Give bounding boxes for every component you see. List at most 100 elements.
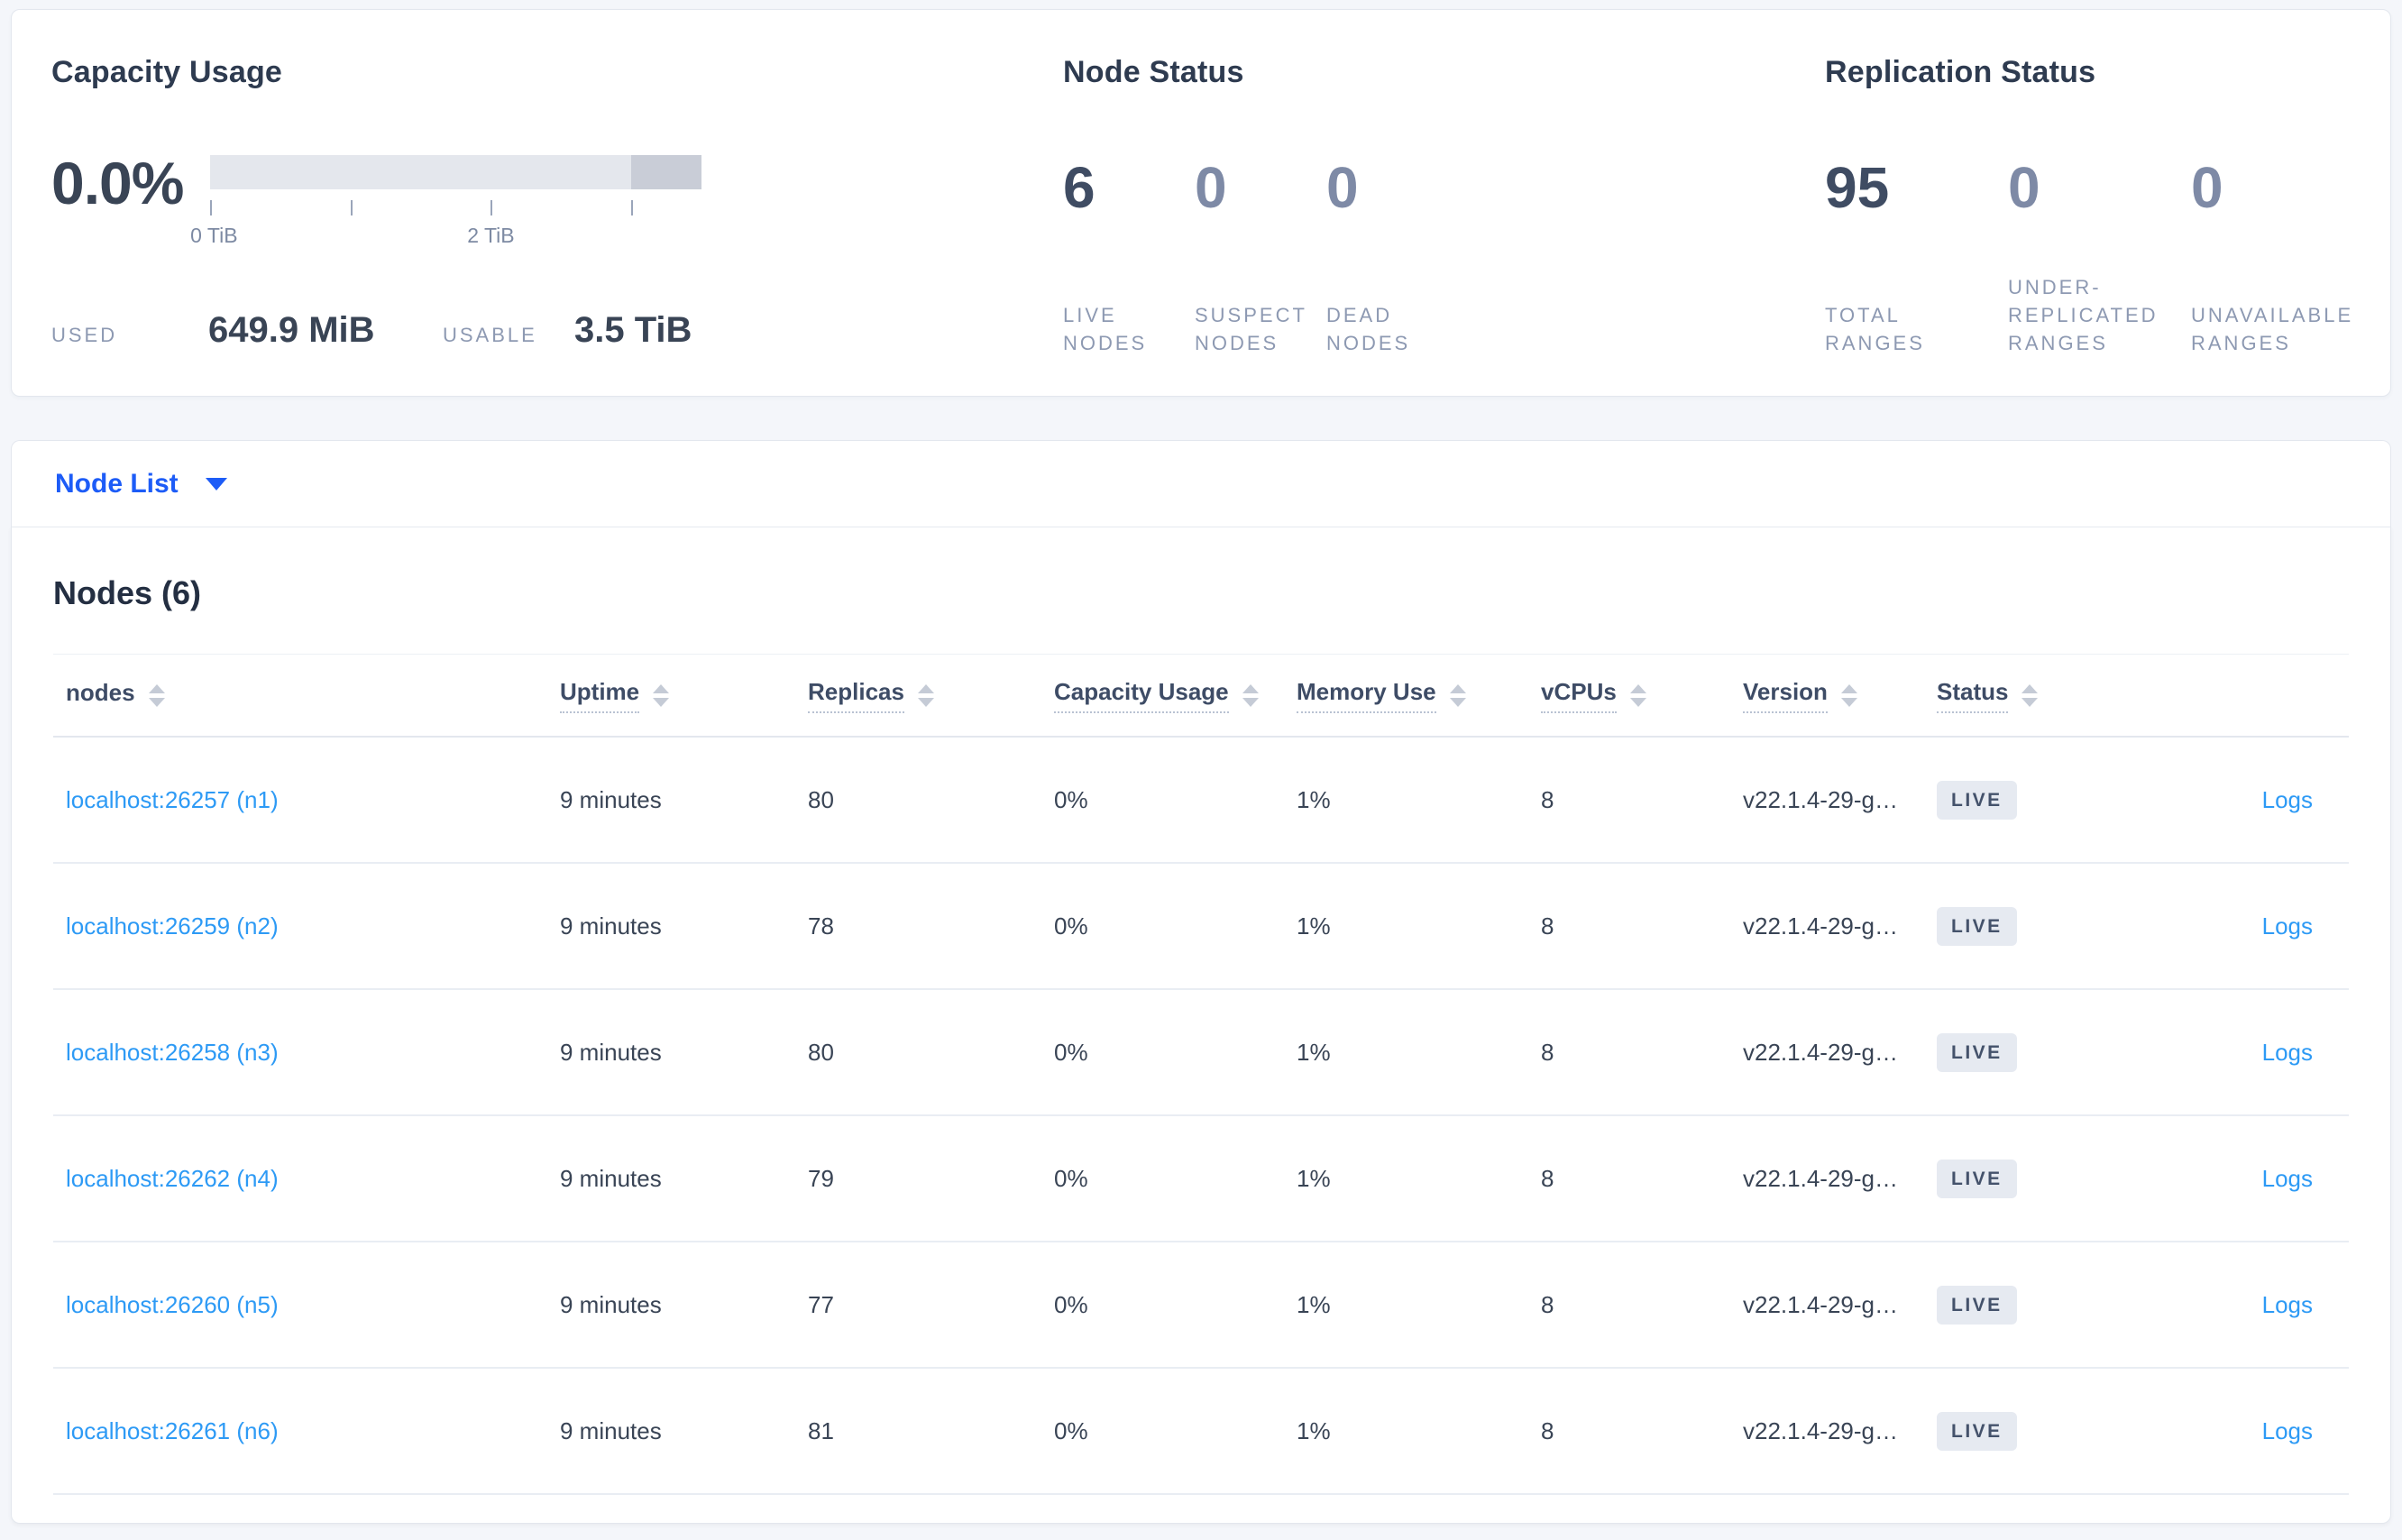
status-badge: LIVE <box>1937 780 2017 820</box>
logs-link[interactable]: Logs <box>2262 1165 2313 1192</box>
total-ranges-label: TOTAL RANGES <box>1825 304 1925 354</box>
sort-icon <box>1242 683 1259 707</box>
version-cell: v22.1.4-29-g… <box>1743 785 1898 813</box>
status-cell: LIVE <box>1937 1285 2108 1325</box>
live-nodes-stat: 6 LIVE NODES <box>1063 150 1195 357</box>
node-link[interactable]: localhost:26260 (n5) <box>66 1291 279 1318</box>
status-badge: LIVE <box>1937 1411 2017 1451</box>
node-cell: localhost:26262 (n4) <box>53 1165 560 1193</box>
memory-use-cell: 1% <box>1297 1290 1331 1318</box>
replication-status-title: Replication Status <box>1825 55 2096 89</box>
node-link[interactable]: localhost:26257 (n1) <box>66 786 279 813</box>
capacity-usage-stats: USED 649.9 MiB USABLE 3.5 TiB <box>51 310 1063 351</box>
memory-use-cell: 1% <box>1297 1164 1331 1192</box>
replicas-cell: 80 <box>808 1038 834 1066</box>
logs-cell: Logs <box>2108 1417 2349 1445</box>
version-cell: v22.1.4-29-g… <box>1743 1038 1898 1066</box>
live-nodes-count: 6 <box>1063 155 1096 220</box>
vcpus-cell: 8 <box>1541 1038 1554 1066</box>
unavailable-ranges-stat: 0 UNAVAILABLE RANGES <box>2191 150 2374 357</box>
logs-link[interactable]: Logs <box>2262 912 2313 940</box>
node-status-title: Node Status <box>1063 55 1244 89</box>
capacity-usage-cell: 0% <box>1054 1416 1088 1444</box>
used-label: USED <box>51 324 118 346</box>
status-cell: LIVE <box>1937 780 2108 820</box>
table-row: localhost:26262 (n4) 9 minutes 79 0% 1% … <box>53 1116 2349 1242</box>
unavailable-ranges-count: 0 <box>2191 155 2223 220</box>
caret-down-icon <box>205 477 227 490</box>
table-row: localhost:26260 (n5) 9 minutes 77 0% 1% … <box>53 1242 2349 1369</box>
node-link[interactable]: localhost:26258 (n3) <box>66 1039 279 1066</box>
total-ranges-stat: 95 TOTAL RANGES <box>1825 150 2008 357</box>
table-row: localhost:26259 (n2) 9 minutes 78 0% 1% … <box>53 864 2349 990</box>
uptime-cell: 9 minutes <box>560 912 662 940</box>
vcpus-cell: 8 <box>1541 1416 1554 1444</box>
column-header-nodes[interactable]: nodes <box>53 679 560 712</box>
sort-icon <box>1629 683 1646 707</box>
logs-cell: Logs <box>2108 1039 2349 1067</box>
version-cell: v22.1.4-29-g… <box>1743 1416 1898 1444</box>
table-row: localhost:26258 (n3) 9 minutes 80 0% 1% … <box>53 990 2349 1116</box>
vcpus-cell: 8 <box>1541 785 1554 813</box>
replicas-cell: 78 <box>808 912 834 940</box>
capacity-usage-title: Capacity Usage <box>51 55 283 89</box>
table-row: localhost:26257 (n1) 9 minutes 80 0% 1% … <box>53 738 2349 864</box>
version-cell: v22.1.4-29-g… <box>1743 1164 1898 1192</box>
under-replicated-ranges-count: 0 <box>2008 155 2040 220</box>
axis-tick-label: 0 TiB <box>190 224 238 247</box>
axis-tick <box>631 200 634 215</box>
column-header-uptime[interactable]: Uptime <box>560 678 808 713</box>
capacity-usage-cell: 0% <box>1054 912 1088 940</box>
capacity-usage-cell: 0% <box>1054 1164 1088 1192</box>
capacity-usage-cell: 0% <box>1054 1038 1088 1066</box>
under-replicated-ranges-stat: 0 UNDER-REPLICATED RANGES <box>2008 150 2191 357</box>
used-value: 649.9 MiB <box>208 310 375 350</box>
memory-use-cell: 1% <box>1297 912 1331 940</box>
logs-cell: Logs <box>2108 912 2349 940</box>
node-link[interactable]: localhost:26259 (n2) <box>66 912 279 940</box>
column-header-replicas[interactable]: Replicas <box>808 678 1054 713</box>
dead-nodes-count: 0 <box>1326 155 1359 220</box>
logs-link[interactable]: Logs <box>2262 1417 2313 1444</box>
column-header-memory-use[interactable]: Memory Use <box>1297 678 1541 713</box>
status-cell: LIVE <box>1937 1411 2108 1451</box>
uptime-cell: 9 minutes <box>560 1164 662 1192</box>
column-header-capacity-usage[interactable]: Capacity Usage <box>1054 678 1297 713</box>
capacity-usage-bar: 0 TiB 2 TiB <box>190 155 701 247</box>
logs-link[interactable]: Logs <box>2262 1291 2313 1318</box>
capacity-used-percent: 0.0% <box>51 150 184 216</box>
node-cell: localhost:26259 (n2) <box>53 912 560 940</box>
sort-icon <box>148 683 165 707</box>
logs-cell: Logs <box>2108 1291 2349 1319</box>
cluster-overview-page: Capacity Usage 0.0% 0 TiB 2 TiB USED 649… <box>0 0 2402 1524</box>
dead-nodes-label: DEAD NODES <box>1326 304 1411 354</box>
usable-label: USABLE <box>443 324 537 346</box>
vcpus-cell: 8 <box>1541 1290 1554 1318</box>
status-cell: LIVE <box>1937 906 2108 946</box>
logs-link[interactable]: Logs <box>2262 786 2313 813</box>
node-list-dropdown[interactable]: Node List <box>55 469 227 500</box>
logs-link[interactable]: Logs <box>2262 1039 2313 1066</box>
version-cell: v22.1.4-29-g… <box>1743 912 1898 940</box>
nodes-table-title: Nodes (6) <box>53 574 202 611</box>
axis-tick <box>210 200 212 215</box>
replicas-cell: 81 <box>808 1416 834 1444</box>
status-badge: LIVE <box>1937 1032 2017 1072</box>
sort-icon <box>1840 683 1857 707</box>
replicas-cell: 77 <box>808 1290 834 1318</box>
node-status-stats: 6 LIVE NODES 0 SUSPECT NODES 0 DEAD NODE… <box>1063 150 1825 357</box>
logs-cell: Logs <box>2108 786 2349 814</box>
node-link[interactable]: localhost:26262 (n4) <box>66 1165 279 1192</box>
unavailable-ranges-label: UNAVAILABLE RANGES <box>2191 304 2354 354</box>
status-cell: LIVE <box>1937 1159 2108 1198</box>
column-header-vcpus[interactable]: vCPUs <box>1541 678 1743 713</box>
total-ranges-count: 95 <box>1825 155 1890 220</box>
cluster-summary-panel: Capacity Usage 0.0% 0 TiB 2 TiB USED 649… <box>11 9 2391 397</box>
version-cell: v22.1.4-29-g… <box>1743 1290 1898 1318</box>
node-link[interactable]: localhost:26261 (n6) <box>66 1417 279 1444</box>
column-header-status[interactable]: Status <box>1937 678 2108 713</box>
column-header-version[interactable]: Version <box>1743 678 1937 713</box>
table-row: localhost:26261 (n6) 9 minutes 81 0% 1% … <box>53 1369 2349 1495</box>
sort-icon <box>653 683 670 707</box>
replication-status-section: Replication Status 95 TOTAL RANGES 0 UND… <box>1825 55 2390 396</box>
